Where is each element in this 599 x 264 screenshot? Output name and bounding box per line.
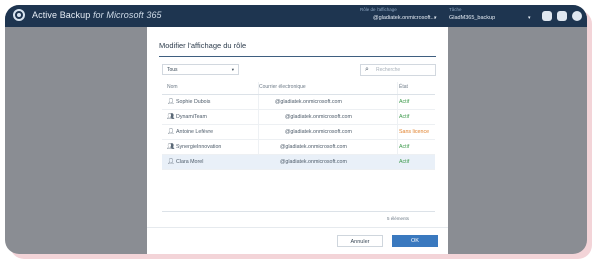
task-label: Tâche	[449, 7, 462, 12]
role-selector[interactable]: @gladiatek.onmicrosoft...	[373, 15, 435, 21]
row-email: @gladiatek.onmicrosoft.com	[285, 129, 352, 135]
row-name: Antoine Lefèvre	[176, 129, 214, 135]
row-name: DynamiTeam	[176, 114, 207, 120]
chevron-down-icon[interactable]: ▾	[528, 15, 531, 21]
apps-icon[interactable]	[542, 11, 552, 21]
user-icon: 👤︎	[167, 99, 175, 105]
row-status: Actif	[399, 99, 410, 105]
row-email: @gladiatek.onmicrosoft.com	[280, 144, 347, 150]
footer-divider	[147, 227, 448, 228]
column-header-status[interactable]: État	[399, 84, 408, 90]
dialog-title: Modifier l'affichage du rôle	[159, 41, 247, 50]
role-label: Rôle de l'affichage	[360, 7, 397, 12]
ok-button[interactable]: OK	[392, 235, 438, 247]
chevron-down-icon[interactable]: ▾	[434, 15, 437, 21]
row-status: Sans licence	[399, 129, 430, 135]
app-suffix: for Microsoft 365	[92, 10, 162, 20]
chevron-down-icon: ▾	[231, 67, 234, 72]
user-icon: 👤︎	[167, 129, 175, 135]
item-count: 5 éléments	[387, 216, 410, 221]
search-placeholder: Recherche	[376, 67, 401, 73]
column-header-name[interactable]: Nom	[167, 84, 178, 90]
table-header: Nom Courrier électronique État	[162, 82, 435, 95]
accounts-table: Nom Courrier électronique État 👤︎ Sophie…	[162, 82, 435, 170]
row-email: @gladiatek.onmicrosoft.com	[285, 114, 352, 120]
table-row[interactable]: 👥︎ DynamiTeam @gladiatek.onmicrosoft.com…	[162, 110, 435, 125]
app-title: Active Backup for Microsoft 365	[32, 10, 162, 20]
table-row[interactable]: 👤︎ Sophie Dubois @gladiatek.onmicrosoft.…	[162, 95, 435, 110]
window-icon[interactable]	[557, 11, 567, 21]
user-icon[interactable]	[572, 11, 582, 21]
title-divider	[159, 56, 436, 57]
table-row[interactable]: 👤︎ Antoine Lefèvre @gladiatek.onmicrosof…	[162, 125, 435, 140]
row-email: @gladiatek.onmicrosoft.com	[275, 99, 342, 105]
row-name: Clara Morel	[176, 159, 204, 165]
role-view-dialog: Modifier l'affichage du rôle Tous ▾ ⌕ Re…	[147, 27, 448, 254]
app-window: Active Backup for Microsoft 365 Rôle de …	[5, 5, 587, 254]
column-header-email[interactable]: Courrier électronique	[259, 84, 306, 90]
group-icon: 👥︎	[167, 114, 175, 120]
table-row[interactable]: 👥︎ SynergieInnovation @gladiatek.onmicro…	[162, 140, 435, 155]
user-icon: 👤︎	[167, 159, 175, 165]
table-row[interactable]: 👤︎ Clara Morel @gladiatek.onmicrosoft.co…	[162, 155, 435, 170]
top-bar: Active Backup for Microsoft 365 Rôle de …	[5, 5, 587, 27]
row-name: Sophie Dubois	[176, 99, 211, 105]
search-icon: ⌕	[365, 66, 369, 73]
search-input[interactable]: ⌕ Recherche	[360, 64, 436, 76]
row-status: Actif	[399, 159, 410, 165]
app-logo-icon	[13, 9, 25, 21]
row-status: Actif	[399, 114, 410, 120]
filter-select[interactable]: Tous ▾	[162, 64, 239, 75]
cancel-button[interactable]: Annuler	[337, 235, 383, 247]
row-email: @gladiatek.onmicrosoft.com	[280, 159, 347, 165]
table-footer-divider	[162, 211, 435, 212]
row-status: Actif	[399, 144, 410, 150]
filter-value: Tous	[167, 67, 178, 73]
group-icon: 👥︎	[167, 144, 175, 150]
task-selector[interactable]: GladM365_backup	[449, 15, 495, 21]
app-name: Active Backup	[32, 10, 91, 20]
row-name: SynergieInnovation	[176, 144, 222, 150]
